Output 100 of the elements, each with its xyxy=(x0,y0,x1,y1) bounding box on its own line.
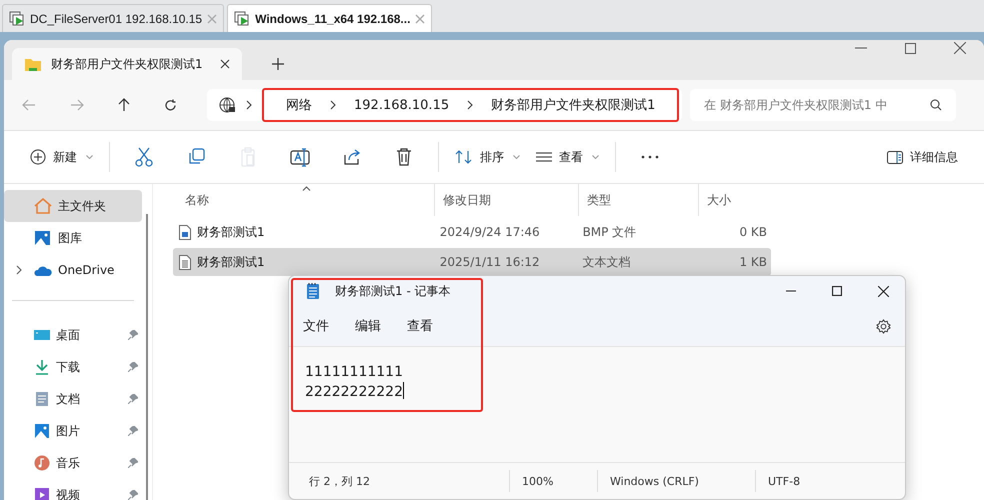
pin-icon[interactable] xyxy=(128,394,138,404)
maximize-icon[interactable] xyxy=(905,42,916,54)
maximize-icon[interactable] xyxy=(832,286,842,296)
vm-icon xyxy=(234,10,250,26)
folder-icon xyxy=(24,56,42,72)
details-button[interactable]: 详细信息 xyxy=(879,142,966,172)
date-cell-text: 2024/9/24 17:46 xyxy=(438,225,541,239)
caret-icon xyxy=(513,155,520,159)
plus-circle-icon xyxy=(30,149,46,165)
image-icon xyxy=(34,423,50,439)
sort-caret-icon xyxy=(302,186,311,191)
monitor-icon xyxy=(34,327,50,343)
column-header[interactable]: 修改日期 xyxy=(434,184,578,216)
sidebar-item[interactable]: 桌面 xyxy=(4,319,142,351)
sidebar-label: 视频 xyxy=(56,486,81,500)
status-item: UTF-8 xyxy=(755,470,800,492)
pin-icon[interactable] xyxy=(128,458,138,468)
window-title: 财务部测试1 - 记事本 xyxy=(335,282,451,300)
sidebar-label: 下载 xyxy=(56,358,81,376)
vm-tab[interactable]: DC_FileServer01 192.168.10.15 xyxy=(2,4,224,32)
sidebar-item[interactable]: OneDrive xyxy=(4,254,142,286)
sidebar-item[interactable]: 主文件夹 xyxy=(4,190,142,222)
text-line: 11111111111 xyxy=(305,363,404,382)
column-header[interactable]: 名称 xyxy=(173,184,434,216)
address-bar[interactable]: 网络 192.168.10.15 财务部用户文件夹权限测试1 xyxy=(207,89,682,121)
panel-icon xyxy=(887,150,903,164)
minimize-icon[interactable] xyxy=(786,290,796,292)
pin-icon[interactable] xyxy=(128,490,138,500)
date-cell-text: 2025/1/11 16:12 xyxy=(438,255,541,269)
pin-icon[interactable] xyxy=(128,362,138,372)
up-arrow-icon[interactable] xyxy=(118,98,130,112)
search-icon xyxy=(930,99,942,111)
chevron-icon xyxy=(467,100,474,110)
text-line: 22222222222 xyxy=(305,382,405,402)
breadcrumb[interactable]: 网络 xyxy=(286,96,312,114)
sidebar-item[interactable]: 文档 xyxy=(4,383,142,415)
add-tab-icon[interactable] xyxy=(272,58,284,70)
notepad-icon xyxy=(307,283,319,299)
status-item: Windows (CRLF) xyxy=(597,470,755,492)
type-cell-text: BMP 文件 xyxy=(582,224,638,240)
caret-icon xyxy=(592,155,599,159)
column-header[interactable]: 类型 xyxy=(578,184,698,216)
breadcrumb[interactable]: 192.168.10.15 xyxy=(354,98,450,112)
chevron-icon xyxy=(330,100,336,110)
list-icon xyxy=(536,152,552,162)
type-cell-text: 文本文档 xyxy=(582,254,632,270)
chevron-icon[interactable] xyxy=(16,265,22,275)
sort-arrows-icon xyxy=(455,150,473,164)
breadcrumb[interactable]: 财务部用户文件夹权限测试1 xyxy=(491,96,656,114)
sidebar-label: 主文件夹 xyxy=(58,198,106,214)
pin-icon[interactable] xyxy=(128,330,138,340)
file-row[interactable]: 财务部测试1 2024/9/24 17:46 BMP 文件 0 KB xyxy=(173,218,771,246)
column-header[interactable]: 大小 xyxy=(698,184,776,216)
sidebar-label: 图库 xyxy=(58,230,82,246)
chevron-icon xyxy=(246,100,252,110)
image-icon xyxy=(34,230,52,246)
status-item: 行 2，列 12 xyxy=(308,474,371,490)
sidebar-label: 图片 xyxy=(56,422,81,440)
menu-item[interactable]: 编辑 xyxy=(355,317,381,335)
close-icon[interactable] xyxy=(220,59,230,69)
text-file-icon xyxy=(179,254,191,270)
file-name: 财务部测试1 xyxy=(197,224,265,240)
settings-icon[interactable] xyxy=(876,318,891,334)
globe-icon xyxy=(219,96,236,114)
sidebar-label: OneDrive xyxy=(58,263,114,277)
tab-title: 财务部用户文件夹权限测试1 xyxy=(51,56,204,72)
minimize-icon[interactable] xyxy=(855,47,867,49)
tab-label: Windows_11_x64 192.168... xyxy=(255,12,410,26)
sidebar-item[interactable]: 下载 xyxy=(4,351,142,383)
menu-item[interactable]: 文件 xyxy=(303,317,329,335)
download-icon xyxy=(34,359,50,375)
sidebar-item[interactable]: 音乐 xyxy=(4,447,142,479)
folder-tab[interactable]: 财务部用户文件夹权限测试1 xyxy=(12,48,242,80)
size-cell-text: 0 KB xyxy=(738,225,768,239)
size-cell-text: 1 KB xyxy=(738,255,768,269)
refresh-icon[interactable] xyxy=(164,98,177,112)
search-field[interactable]: 在 财务部用户文件夹权限测试1 中 xyxy=(690,89,956,121)
sidebar-label: 音乐 xyxy=(56,454,81,472)
house-icon xyxy=(34,198,52,214)
sidebar-label: 桌面 xyxy=(56,326,81,344)
pin-icon[interactable] xyxy=(128,426,138,436)
sidebar-item[interactable]: 视频 xyxy=(4,479,142,500)
image-file-icon xyxy=(179,224,191,240)
status-item: 100% xyxy=(509,470,597,492)
file-row[interactable]: 财务部测试1 2025/1/11 16:12 文本文档 1 KB xyxy=(173,248,771,276)
sidebar-item[interactable]: 图片 xyxy=(4,415,142,447)
file-name: 财务部测试1 xyxy=(197,254,265,270)
view-button[interactable]: 查看 xyxy=(528,142,607,172)
vm-icon xyxy=(9,10,25,26)
menu-item[interactable]: 查看 xyxy=(407,317,433,335)
sort-button[interactable]: 排序 xyxy=(447,142,528,172)
new-button[interactable]: 新建 xyxy=(22,142,101,172)
sidebar-item[interactable]: 图库 xyxy=(4,222,142,254)
caret-icon xyxy=(86,155,93,159)
vm-tab[interactable]: Windows_11_x64 192.168... xyxy=(227,4,432,32)
music-note-icon xyxy=(34,455,50,471)
close-icon[interactable] xyxy=(878,286,889,296)
sidebar-label: 文档 xyxy=(56,390,81,408)
close-icon[interactable] xyxy=(954,42,966,54)
tab-label: DC_FileServer01 192.168.10.15 xyxy=(30,12,202,26)
